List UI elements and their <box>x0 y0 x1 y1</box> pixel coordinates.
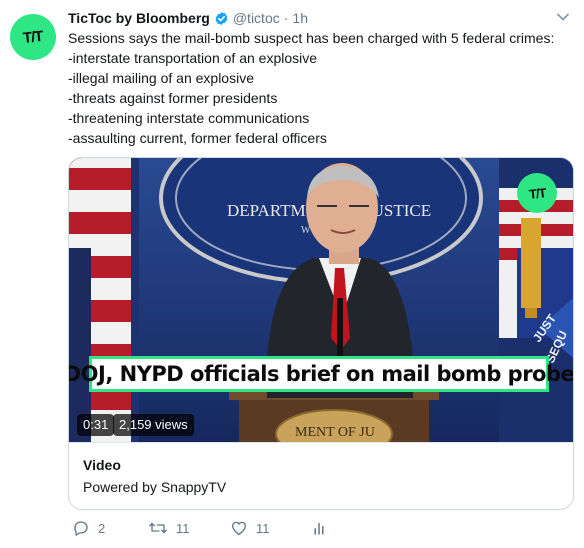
tweet-text-line: -threatening interstate communications <box>68 110 310 126</box>
lower-third-caption: DOJ, NYPD officials brief on mail bomb p… <box>69 356 573 392</box>
retweet-button[interactable]: 11 <box>148 517 190 539</box>
verified-icon <box>215 11 228 25</box>
seal-bottom-text: MENT OF JU <box>295 425 375 440</box>
tweet[interactable]: T/T TicToc by Bloomberg @tictoc · 1h Ses… <box>0 0 584 548</box>
chevron-down-icon[interactable] <box>556 12 570 22</box>
card-title: Video <box>83 457 121 473</box>
video-player[interactable]: DEPARTM JUSTICE W JUST SEQU MENT OF JU T… <box>69 158 573 442</box>
tweet-text: Sessions says the mail-bomb suspect has … <box>68 28 578 148</box>
like-button[interactable]: 11 <box>230 517 270 539</box>
lower-third-text: DOJ, NYPD officials brief on mail bomb p… <box>69 362 573 386</box>
retweet-icon <box>149 522 167 534</box>
video-duration: 0:31 <box>77 414 115 436</box>
video-views: 2,159 views <box>113 414 194 436</box>
heart-icon <box>231 521 247 536</box>
tweet-text-line: -threats against former presidents <box>68 90 278 106</box>
card-info[interactable]: Video Powered by SnappyTV <box>69 442 573 509</box>
tictoc-logo: T/T <box>22 27 44 47</box>
avatar[interactable]: T/T <box>10 14 56 60</box>
backdrop-text-left: DEPARTM <box>227 201 306 220</box>
like-count: 11 <box>256 520 270 536</box>
bar-chart-icon <box>314 522 324 535</box>
reply-icon <box>74 521 88 536</box>
video-frame-illustration: DEPARTM JUSTICE W JUST SEQU MENT OF JU <box>69 158 573 442</box>
tweet-text-line: -illegal mailing of an explosive <box>68 70 254 86</box>
author-handle[interactable]: @tictoc <box>233 10 280 26</box>
tweet-header: TicToc by Bloomberg @tictoc · 1h <box>68 9 308 27</box>
card-subtitle: Powered by SnappyTV <box>83 479 227 495</box>
tweet-text-line: -assaulting current, former federal offi… <box>68 130 327 146</box>
tweet-text-line: -interstate transportation of an explosi… <box>68 50 318 66</box>
american-flag-left <box>69 158 131 442</box>
retweet-count: 11 <box>176 520 190 536</box>
tweet-actions: 2 11 11 <box>68 517 578 539</box>
tweet-text-line: Sessions says the mail-bomb suspect has … <box>68 30 555 46</box>
author-name[interactable]: TicToc by Bloomberg <box>68 10 210 26</box>
tictoc-watermark-logo: T/T <box>517 173 557 213</box>
reply-count: 2 <box>98 520 106 536</box>
video-card[interactable]: DEPARTM JUSTICE W JUST SEQU MENT OF JU T… <box>68 157 574 510</box>
reply-button[interactable]: 2 <box>72 517 105 539</box>
watermark-logo-text: T/T <box>528 184 546 202</box>
analytics-button[interactable] <box>312 517 334 539</box>
timestamp[interactable]: 1h <box>292 10 308 26</box>
separator-dot: · <box>283 10 289 26</box>
